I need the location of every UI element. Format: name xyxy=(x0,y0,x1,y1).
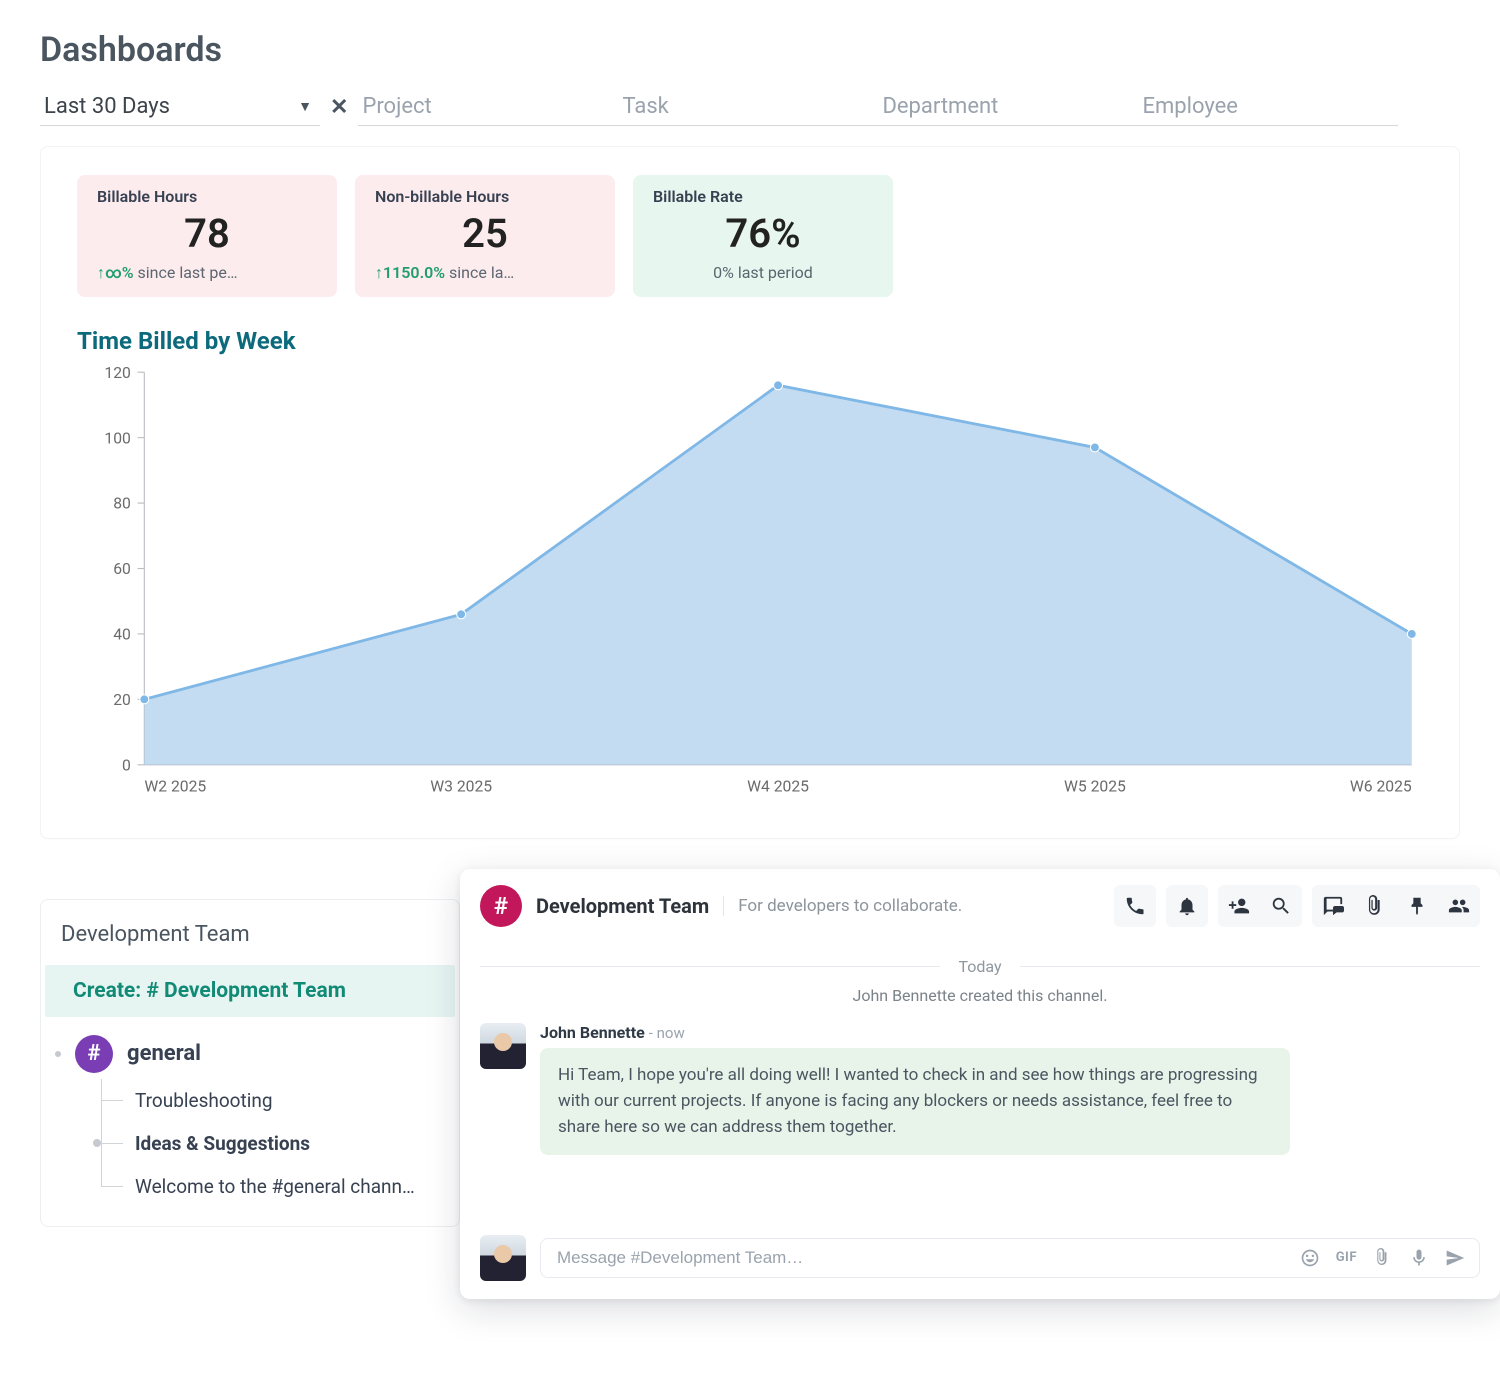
stat-since: since last pe… xyxy=(134,263,238,282)
avatar[interactable] xyxy=(480,1023,526,1069)
sidebar-channel-label: general xyxy=(127,1041,201,1066)
arrow-up-icon: ↑∞% xyxy=(97,263,134,282)
svg-text:W2 2025: W2 2025 xyxy=(144,777,206,796)
threads-button[interactable] xyxy=(1312,885,1354,927)
filters-row: Last 30 Days ▼ ✕ Project Task Department… xyxy=(40,88,1460,126)
sidebar-item-label: Ideas & Suggestions xyxy=(135,1132,310,1155)
stat-billable-rate: Billable Rate 76% 0% last period xyxy=(633,175,893,297)
stat-nonbillable-hours: Non-billable Hours 25 ↑1150.0% since la… xyxy=(355,175,615,297)
sidebar-item-label: Welcome to the #general chann… xyxy=(135,1175,415,1198)
hash-icon: # xyxy=(480,885,522,927)
chat-panel: # Development Team For developers to col… xyxy=(460,869,1500,1299)
svg-text:40: 40 xyxy=(113,625,131,644)
chat-actions xyxy=(1114,885,1480,927)
time-billed-chart: 0 20 40 60 80 100 120 W2 2025 W3 2025 W4 2025 W5 2… xyxy=(77,361,1423,810)
svg-text:100: 100 xyxy=(104,428,130,447)
filter-department[interactable]: Department xyxy=(878,88,1138,125)
voice-button[interactable] xyxy=(1409,1248,1429,1268)
hash-icon: # xyxy=(75,1035,113,1073)
svg-text:20: 20 xyxy=(113,690,131,709)
message-header: John Bennette - now xyxy=(540,1023,1480,1042)
divider-label: Today xyxy=(940,957,1019,976)
system-message: John Bennette created this channel. xyxy=(480,986,1480,1005)
filter-project-label: Project xyxy=(362,94,431,119)
chart-title: Time Billed by Week xyxy=(77,327,1423,355)
svg-text:80: 80 xyxy=(113,494,131,513)
compose-box[interactable]: GIF xyxy=(540,1238,1480,1278)
stat-footer: 0% last period xyxy=(653,263,873,282)
filter-department-label: Department xyxy=(882,94,998,119)
composer: GIF xyxy=(480,1235,1480,1281)
sidebar-item-label: Troubleshooting xyxy=(135,1089,273,1112)
date-divider: Today xyxy=(480,957,1480,976)
sidebar-tree-item[interactable]: Welcome to the #general chann… xyxy=(101,1165,459,1208)
message-author[interactable]: John Bennette xyxy=(540,1023,645,1042)
filter-group: Project Task Department Employee xyxy=(358,88,1398,126)
clear-timerange-icon[interactable]: ✕ xyxy=(320,95,358,120)
chart-area: 0 20 40 60 80 100 120 W2 2025 W3 2025 W4 2025 W5 2… xyxy=(77,361,1423,810)
search-button[interactable] xyxy=(1260,885,1302,927)
svg-text:120: 120 xyxy=(104,363,130,382)
chat-header: # Development Team For developers to col… xyxy=(480,885,1480,927)
attachments-button[interactable] xyxy=(1354,885,1396,927)
sidebar-heading[interactable]: Development Team xyxy=(41,916,459,961)
message-time: - now xyxy=(649,1024,685,1042)
svg-text:W3 2025: W3 2025 xyxy=(430,777,492,796)
svg-text:60: 60 xyxy=(113,559,131,578)
stat-value: 25 xyxy=(375,210,595,257)
members-button[interactable] xyxy=(1438,885,1480,927)
sidebar-tree-item[interactable]: Ideas & Suggestions xyxy=(101,1122,459,1165)
stat-value: 76% xyxy=(653,210,873,257)
svg-text:W5 2025: W5 2025 xyxy=(1064,777,1126,796)
filter-employee[interactable]: Employee xyxy=(1138,88,1398,125)
svg-text:0: 0 xyxy=(122,755,131,774)
dashboard-card: Billable Hours 78 ↑∞% since last pe… Non… xyxy=(40,146,1460,839)
emoji-button[interactable] xyxy=(1300,1248,1320,1268)
filter-project[interactable]: Project xyxy=(358,88,618,125)
attach-file-button[interactable] xyxy=(1373,1248,1393,1268)
stat-label: Billable Hours xyxy=(97,187,317,206)
caret-down-icon: ▼ xyxy=(298,98,312,115)
status-dot-icon xyxy=(55,1051,61,1057)
sidebar-tree: Troubleshooting Ideas & Suggestions Welcom… xyxy=(41,1079,459,1208)
notifications-button[interactable] xyxy=(1166,885,1208,927)
page-title: Dashboards xyxy=(40,30,1460,70)
status-dot-icon xyxy=(93,1139,101,1147)
stat-label: Billable Rate xyxy=(653,187,873,206)
chat-channel-desc: For developers to collaborate. xyxy=(723,896,962,916)
call-button[interactable] xyxy=(1114,885,1156,927)
gif-button[interactable]: GIF xyxy=(1336,1248,1357,1268)
chat-message: John Bennette - now Hi Team, I hope you'… xyxy=(480,1023,1480,1155)
stat-billable-hours: Billable Hours 78 ↑∞% since last pe… xyxy=(77,175,337,297)
svg-text:W4 2025: W4 2025 xyxy=(747,777,809,796)
filter-employee-label: Employee xyxy=(1142,94,1238,119)
sidebar-tree-item[interactable]: Troubleshooting xyxy=(101,1079,459,1122)
compose-input[interactable] xyxy=(555,1247,1300,1269)
filter-timerange-value: Last 30 Days xyxy=(44,94,170,119)
create-channel-row[interactable]: Create: # Development Team xyxy=(45,965,455,1017)
svg-text:W6 2025: W6 2025 xyxy=(1350,777,1412,796)
pin-button[interactable] xyxy=(1396,885,1438,927)
add-member-button[interactable] xyxy=(1218,885,1260,927)
avatar[interactable] xyxy=(480,1235,526,1281)
stats-row: Billable Hours 78 ↑∞% since last pe… Non… xyxy=(77,175,1423,297)
sidebar-panel: Development Team Create: # Development T… xyxy=(40,899,460,1227)
compose-icons: GIF xyxy=(1300,1248,1465,1268)
message-text: Hi Team, I hope you're all doing well! I… xyxy=(540,1048,1290,1155)
filter-task-label: Task xyxy=(622,94,668,119)
stat-footer: ↑∞% since last pe… xyxy=(97,263,317,283)
arrow-up-icon: ↑1150.0% xyxy=(375,263,445,282)
chat-channel-title: Development Team xyxy=(536,894,709,918)
stat-since: since la… xyxy=(445,263,514,282)
stat-label: Non-billable Hours xyxy=(375,187,595,206)
filter-task[interactable]: Task xyxy=(618,88,878,125)
sidebar-channel-general[interactable]: # general xyxy=(41,1029,459,1079)
stat-value: 78 xyxy=(97,210,317,257)
stat-footer: ↑1150.0% since la… xyxy=(375,263,595,283)
filter-timerange[interactable]: Last 30 Days ▼ xyxy=(40,88,320,126)
lower-section: Development Team Create: # Development T… xyxy=(40,899,1460,1227)
send-button[interactable] xyxy=(1445,1248,1465,1268)
